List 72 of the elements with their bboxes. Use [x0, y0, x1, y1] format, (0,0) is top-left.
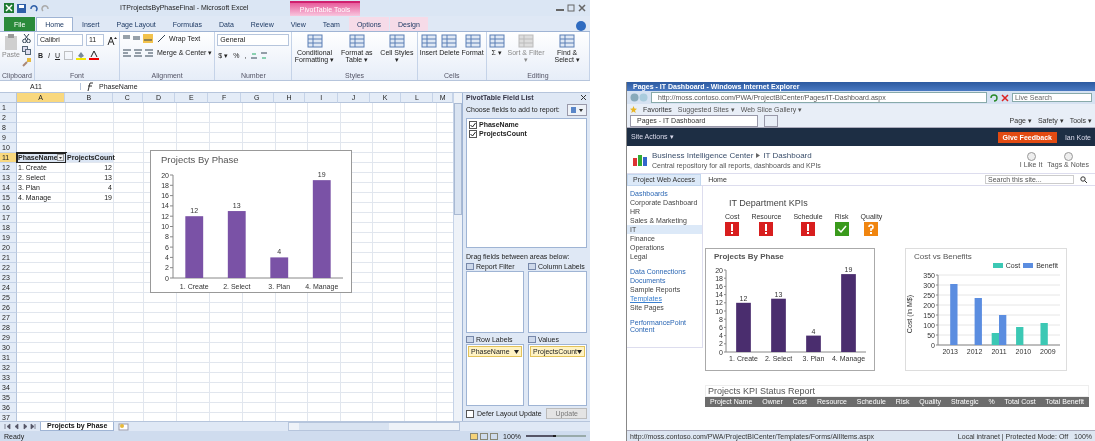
dropdown-arrow-icon[interactable]: [577, 349, 582, 354]
search-icon[interactable]: [1080, 176, 1087, 183]
chart-title: Cost vs Benefits: [913, 251, 973, 262]
restore-icon[interactable]: [567, 4, 575, 12]
copy-icon[interactable]: [21, 46, 31, 55]
chart-title: Projects By Phase: [713, 251, 785, 262]
save-icon[interactable]: [17, 3, 26, 13]
table-icon: [464, 34, 481, 48]
table-icon: [518, 34, 535, 48]
exclamation-icon: [759, 222, 774, 236]
bar[interactable]: [999, 315, 1007, 345]
table-icon: [348, 34, 365, 48]
excel-logo-icon[interactable]: [4, 3, 14, 13]
table-icon: [441, 34, 458, 48]
kpi-section-title: IT Department KPIs: [729, 198, 809, 208]
table-icon: [488, 34, 505, 48]
page-title: IT Dashboard: [763, 150, 812, 160]
scissors-icon[interactable]: [21, 34, 31, 43]
new-tab-button[interactable]: [764, 115, 778, 127]
horizontal-scrollbar[interactable]: [288, 422, 460, 431]
site-logo-icon: [633, 153, 647, 166]
bar[interactable]: [806, 335, 821, 352]
new-sheet-icon[interactable]: [118, 422, 131, 431]
layout-dropdown-icon[interactable]: [567, 104, 587, 116]
close-icon[interactable]: [580, 94, 587, 101]
view-icon[interactable]: [470, 432, 499, 440]
sheet-navigation-icon[interactable]: [4, 423, 36, 430]
dropdown-arrow-icon[interactable]: [514, 349, 520, 354]
close-icon[interactable]: [578, 4, 586, 12]
bar[interactable]: [270, 257, 289, 278]
area-icon: [466, 336, 474, 343]
vertical-scrollbar[interactable]: [453, 93, 462, 421]
align-icon[interactable]: [121, 34, 154, 43]
refresh-icon[interactable]: [990, 93, 998, 102]
tag-icon: [1063, 151, 1073, 161]
help-icon[interactable]: [576, 21, 586, 31]
exclamation-icon: [800, 222, 815, 236]
stop-icon[interactable]: [1001, 93, 1009, 102]
table-icon: [420, 34, 437, 48]
orientation-icon[interactable]: [156, 34, 166, 43]
fill-color-icon[interactable]: [76, 51, 87, 60]
area-icon: [466, 263, 474, 270]
tag-icon: [1026, 151, 1036, 161]
chart-title: Projects By Phase: [160, 153, 240, 166]
checkmark-icon: [834, 222, 849, 236]
exclamation-icon: [725, 222, 740, 236]
star-icon[interactable]: [630, 106, 637, 113]
font-color-icon[interactable]: [89, 51, 100, 60]
area-icon: [528, 336, 537, 343]
grow-font-icon[interactable]: [106, 35, 117, 45]
function-icon[interactable]: [85, 82, 95, 91]
checkbox[interactable]: [466, 409, 474, 418]
breadcrumb-arrow-icon: [756, 152, 761, 158]
table-icon: [559, 34, 576, 48]
checkbox[interactable]: [469, 121, 477, 129]
table-icon: [388, 34, 405, 48]
bar[interactable]: [312, 180, 331, 278]
bar[interactable]: [227, 211, 246, 278]
table-icon: [306, 34, 323, 48]
undo-icon[interactable]: [29, 3, 38, 13]
bar[interactable]: [185, 216, 204, 278]
drop-area[interactable]: [466, 271, 525, 333]
brush-icon[interactable]: [21, 58, 31, 67]
drop-area[interactable]: [528, 271, 587, 333]
clipboard-icon: [3, 34, 18, 50]
filter-dropdown-icon[interactable]: [57, 154, 64, 161]
decimal-icon[interactable]: [250, 51, 269, 60]
question-icon: [864, 222, 879, 236]
site-title-link[interactable]: Business Intelligence Center: [652, 150, 754, 160]
checkbox[interactable]: [469, 130, 477, 138]
area-icon: [528, 263, 537, 270]
report-title: Projects KPI Status Report: [705, 385, 1089, 397]
